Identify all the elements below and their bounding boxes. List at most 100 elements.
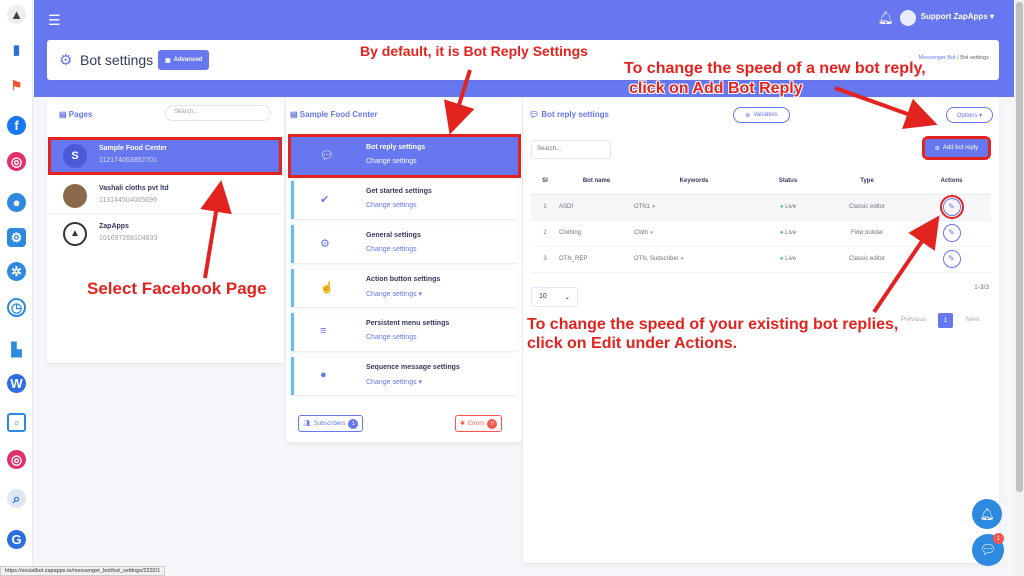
- col-actions: Actions: [912, 168, 991, 195]
- col-type[interactable]: Type: [822, 168, 912, 195]
- annotation-edit-speed-2: click on Edit under Actions.: [527, 335, 738, 352]
- setting-get-started[interactable]: ✔ Get started settings Change settings: [291, 181, 518, 219]
- check-icon: ●: [779, 230, 784, 236]
- annotation-new-speed-1: To change the speed of a new bot reply,: [624, 60, 926, 77]
- users-icon: 👥︎: [303, 421, 311, 427]
- page-item-zapapps[interactable]: ▲ ZapApps 101697268104633: [49, 216, 281, 252]
- store-icon[interactable]: ▙: [7, 340, 26, 359]
- page-title: Bot settings: [80, 52, 154, 68]
- id-card-icon: ▤: [59, 110, 67, 119]
- page-length-select[interactable]: 10 ⌄: [531, 287, 578, 307]
- status-bar-url: https://socialbot.zapapps.io/messenger_b…: [0, 566, 166, 576]
- col-keywords[interactable]: Keywords: [634, 168, 754, 195]
- pages-panel: ▤ Pages Search... S Sample Food Center 1…: [47, 98, 284, 363]
- settings-icon[interactable]: ⚙: [7, 228, 26, 247]
- setting-bot-reply[interactable]: 💬︎ Bot reply settings Change settings: [288, 134, 521, 178]
- instagram-icon-2[interactable]: ◎: [7, 450, 26, 469]
- bars-icon: ≡: [320, 325, 327, 337]
- info-icon: ●: [651, 204, 656, 210]
- plus-circle-icon: ⊕: [934, 145, 940, 152]
- col-bot-name[interactable]: Bot name: [559, 168, 634, 195]
- bot-replies-table: Sl Bot name Keywords Status Type Actions…: [531, 168, 991, 273]
- box-icon: ▣: [165, 57, 171, 64]
- users-icon[interactable]: ●: [7, 193, 26, 212]
- logo-icon[interactable]: ▲: [7, 5, 26, 24]
- bug-icon: ✱: [460, 421, 466, 427]
- chat-badge: 1: [993, 533, 1004, 544]
- search-tool-icon[interactable]: ⌕: [7, 489, 26, 508]
- table-row: 3 OTN_REP OTN, Subscriber ● ● Live Class…: [531, 246, 991, 273]
- share-icon[interactable]: ✲: [7, 262, 26, 281]
- table-row: 2 Clothing Cloth ● ● Live Flow builder ✎: [531, 220, 991, 247]
- clock-icon[interactable]: ◷: [7, 298, 26, 317]
- drop-icon: ●: [320, 369, 327, 381]
- settings-title: ▤ Sample Food Center: [290, 110, 378, 119]
- col-status[interactable]: Status: [754, 168, 822, 195]
- facebook-icon[interactable]: f: [7, 116, 26, 135]
- chevron-down-icon: ⌄: [564, 294, 570, 301]
- gears-icon: ⚙: [59, 52, 73, 69]
- page-item-sample-food-center[interactable]: S Sample Food Center 112174063852701: [48, 137, 282, 175]
- pages-search-input[interactable]: Search...: [165, 105, 271, 121]
- pagination-previous[interactable]: Previous: [901, 316, 926, 323]
- annotation-select-page: Select Facebook Page: [87, 279, 267, 298]
- check-icon: ●: [779, 204, 784, 210]
- advanced-button[interactable]: ▣ Advanced: [158, 50, 210, 70]
- settings-panel: ▤ Sample Food Center 💬︎ Bot reply settin…: [286, 98, 522, 442]
- notification-fab[interactable]: 🔔︎: [972, 499, 1002, 529]
- instagram-icon[interactable]: ◎: [7, 152, 26, 171]
- setting-sequence-message[interactable]: ● Sequence message settings Change setti…: [291, 357, 518, 395]
- cog-icon: ⚙: [320, 238, 330, 250]
- page-avatar: [63, 184, 87, 208]
- setting-persistent-menu[interactable]: ≡ Persistent menu settings Change settin…: [291, 313, 518, 351]
- wordpress-icon[interactable]: W: [7, 374, 26, 393]
- pagination-page-1[interactable]: 1: [938, 313, 953, 328]
- avatar[interactable]: [900, 10, 916, 26]
- info-icon: ●: [649, 230, 654, 236]
- pages-title: ▤ Pages: [59, 110, 93, 119]
- scrollbar[interactable]: [1015, 0, 1024, 576]
- edit-button[interactable]: ✎: [942, 224, 961, 242]
- plus-circle-icon: ⊕: [745, 112, 751, 119]
- breadcrumb: Messenger Bot / Bot settings: [918, 55, 989, 61]
- col-sl[interactable]: Sl: [531, 168, 559, 195]
- errors-button[interactable]: ✱ Errors 0: [455, 415, 503, 432]
- table-row: 1 ASDf OTN1 ● ● Live Classic editor ✎: [531, 194, 991, 221]
- scroll-thumb[interactable]: [1016, 2, 1023, 492]
- image-icon[interactable]: ▫: [7, 413, 26, 432]
- chat-icon: 💬︎: [979, 542, 997, 557]
- setting-general[interactable]: ⚙ General settings Change settings: [291, 225, 518, 263]
- hand-pointer-icon: ☝: [320, 282, 334, 294]
- check-icon: ●: [779, 256, 784, 262]
- variables-button[interactable]: ⊕ Variables: [733, 107, 790, 123]
- comments-icon: 💬︎: [320, 150, 334, 162]
- comments-icon: 💬︎: [529, 110, 540, 119]
- page-avatar: ▲: [63, 222, 87, 246]
- user-menu[interactable]: Support ZapApps ▾: [921, 12, 994, 21]
- annotation-edit-speed-1: To change the speed of your existing bot…: [527, 316, 899, 333]
- menu-icon[interactable]: ☰: [48, 12, 61, 29]
- setting-action-button[interactable]: ☝ Action button settings Change settings…: [291, 269, 518, 307]
- sidebar: ▲ ▮ ⚑ f ◎ ● ⚙ ✲ ◷ ▙ W ▫ ◎ ⌕ G: [0, 0, 33, 576]
- check-circle-icon: ✔: [320, 194, 330, 206]
- table-count: 1-3/3: [974, 284, 989, 291]
- page-avatar: S: [63, 144, 87, 168]
- page-item-vashali[interactable]: Vashali cloths pvt ltd 113144504005699: [49, 178, 281, 214]
- bar-chart-icon[interactable]: ▮: [7, 40, 26, 59]
- bot-reply-title: 💬︎ Bot reply settings: [529, 110, 609, 119]
- id-card-icon: ▤: [290, 110, 298, 119]
- google-icon[interactable]: G: [7, 530, 26, 549]
- table-search-input[interactable]: Search...: [531, 140, 611, 159]
- bell-icon[interactable]: 🔔︎: [877, 10, 894, 26]
- edit-button[interactable]: ✎: [942, 250, 961, 268]
- subscribers-button[interactable]: 👥︎ Subscribers 1: [298, 415, 364, 432]
- annotation-default: By default, it is Bot Reply Settings: [360, 43, 588, 59]
- pagination-next[interactable]: Next: [966, 316, 979, 323]
- bell-icon: 🔔︎: [979, 507, 995, 521]
- info-icon: ●: [680, 256, 684, 262]
- add-bot-reply-button[interactable]: ⊕ Add bot reply: [922, 136, 991, 160]
- options-dropdown[interactable]: Options ▾: [946, 107, 993, 123]
- annotation-new-speed-2: click on Add Bot Reply: [629, 80, 803, 97]
- edit-button[interactable]: ✎: [939, 195, 964, 219]
- flag-icon[interactable]: ⚑: [7, 76, 26, 95]
